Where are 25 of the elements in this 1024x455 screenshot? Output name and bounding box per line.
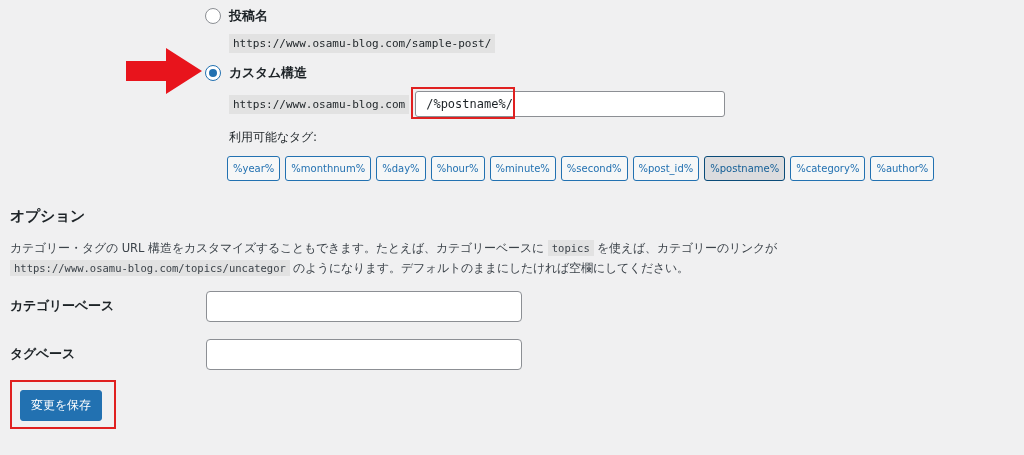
- option-label: 投稿名: [229, 7, 268, 25]
- url-sample: https://www.osamu-blog.com/sample-post/: [229, 34, 496, 53]
- description-text: カテゴリー・タグの URL 構造をカスタマイズすることもできます。たとえば、カテゴリーベースに topics を使えば、カテゴリーのリンクが https://www.osamu-blog.com/topics/uncategor のようになります。デフォルトのままにしたければ空欄にしてください。: [10, 239, 779, 278]
- tag-button[interactable]: %author%: [870, 156, 935, 181]
- tag-button[interactable]: %category%: [790, 156, 866, 181]
- radio-button[interactable]: [205, 65, 221, 81]
- field-label: カテゴリーベース: [10, 297, 115, 315]
- text-field[interactable]: [206, 338, 522, 370]
- tag-button[interactable]: %second%: [560, 156, 628, 181]
- text-field[interactable]: [206, 290, 522, 322]
- tag-button[interactable]: %day%: [376, 156, 426, 181]
- tag-button[interactable]: %postname%: [704, 156, 786, 181]
- tag-button[interactable]: %post_id%: [632, 156, 700, 181]
- tag-button[interactable]: %minute%: [489, 156, 556, 181]
- save-button[interactable]: 変更を保存: [20, 390, 102, 421]
- option-label: カスタム構造: [229, 64, 307, 82]
- tag-button[interactable]: %year%: [227, 156, 281, 181]
- section-heading: オプション: [10, 207, 86, 226]
- url-base: https://www.osamu-blog.com: [229, 94, 410, 114]
- radio-button[interactable]: [205, 8, 221, 24]
- tags-label: 利用可能なタグ:: [229, 129, 319, 146]
- custom-structure-field[interactable]: /%postname%/: [415, 91, 726, 117]
- tag-button[interactable]: %hour%: [430, 156, 485, 181]
- field-label: タグベース: [10, 345, 76, 363]
- tag-button[interactable]: %monthnum%: [285, 156, 372, 181]
